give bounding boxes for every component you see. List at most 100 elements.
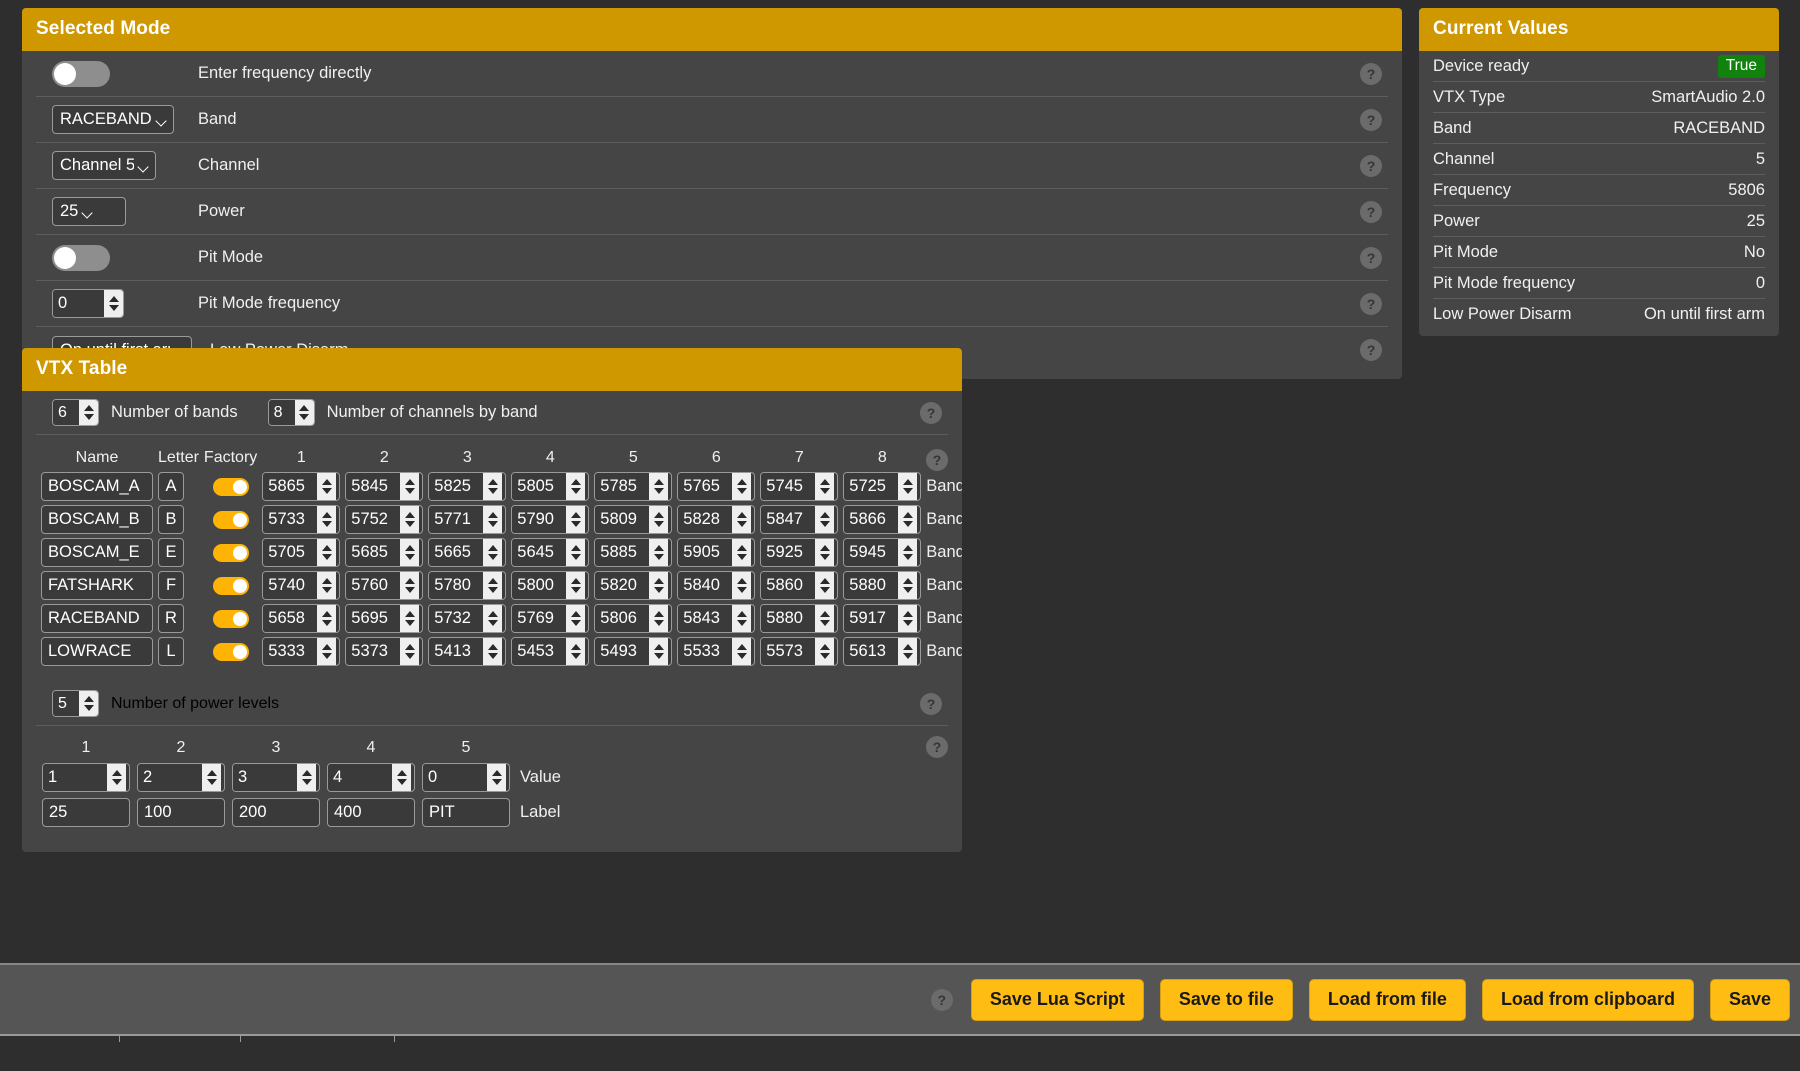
chevron-up-icon[interactable] <box>820 512 830 518</box>
spinner-arrows[interactable] <box>815 506 834 533</box>
frequency-spinner[interactable] <box>428 637 506 666</box>
frequency-spinner[interactable] <box>843 604 921 633</box>
spinner-arrows[interactable] <box>317 605 336 632</box>
chevron-down-icon[interactable] <box>405 620 415 626</box>
chevron-up-icon[interactable] <box>820 611 830 617</box>
frequency-spinner[interactable] <box>594 505 672 534</box>
frequency-input[interactable] <box>678 473 732 500</box>
help-icon[interactable]: ? <box>920 693 942 715</box>
factory-toggle[interactable] <box>213 544 249 562</box>
number-of-power-levels-spinner[interactable] <box>52 690 99 717</box>
chevron-up-icon[interactable] <box>405 644 415 650</box>
spinner-arrows[interactable] <box>202 764 221 791</box>
spinner-arrows[interactable] <box>483 638 502 665</box>
chevron-down-icon[interactable] <box>109 305 119 311</box>
chevron-down-icon[interactable] <box>571 488 581 494</box>
frequency-input[interactable] <box>263 605 317 632</box>
frequency-input[interactable] <box>844 473 898 500</box>
chevron-up-icon[interactable] <box>820 644 830 650</box>
frequency-spinner[interactable] <box>511 604 589 633</box>
frequency-input[interactable] <box>761 539 815 566</box>
chevron-down-icon[interactable] <box>820 521 830 527</box>
frequency-spinner[interactable] <box>843 472 921 501</box>
spinner-arrows[interactable] <box>649 506 668 533</box>
chevron-up-icon[interactable] <box>322 479 332 485</box>
chevron-up-icon[interactable] <box>488 479 498 485</box>
spinner-arrows[interactable] <box>732 506 751 533</box>
factory-toggle[interactable] <box>213 511 249 529</box>
frequency-input[interactable] <box>595 506 649 533</box>
chevron-up-icon[interactable] <box>654 578 664 584</box>
chevron-up-icon[interactable] <box>737 611 747 617</box>
chevron-up-icon[interactable] <box>84 696 94 702</box>
chevron-up-icon[interactable] <box>322 545 332 551</box>
chevron-down-icon[interactable] <box>903 620 913 626</box>
band-letter-input[interactable] <box>158 571 184 600</box>
frequency-spinner[interactable] <box>345 505 423 534</box>
chevron-down-icon[interactable] <box>322 587 332 593</box>
chevron-up-icon[interactable] <box>405 578 415 584</box>
pit-mode-toggle[interactable] <box>52 245 110 271</box>
frequency-spinner[interactable] <box>428 505 506 534</box>
spinner-arrows[interactable] <box>400 539 419 566</box>
spinner-arrows[interactable] <box>79 691 98 716</box>
chevron-up-icon[interactable] <box>903 644 913 650</box>
frequency-spinner[interactable] <box>345 571 423 600</box>
chevron-down-icon[interactable] <box>488 620 498 626</box>
spinner-arrows[interactable] <box>400 506 419 533</box>
help-icon[interactable]: ? <box>920 402 942 424</box>
spinner-arrows[interactable] <box>107 764 126 791</box>
spinner-arrows[interactable] <box>79 400 98 425</box>
chevron-up-icon[interactable] <box>322 512 332 518</box>
spinner-arrows[interactable] <box>104 290 123 317</box>
frequency-input[interactable] <box>844 638 898 665</box>
frequency-input[interactable] <box>595 605 649 632</box>
spinner-arrows[interactable] <box>649 572 668 599</box>
frequency-input[interactable] <box>429 605 483 632</box>
frequency-input[interactable] <box>263 539 317 566</box>
spinner-arrows[interactable] <box>317 506 336 533</box>
frequency-spinner[interactable] <box>677 637 755 666</box>
chevron-up-icon[interactable] <box>903 512 913 518</box>
frequency-spinner[interactable] <box>760 505 838 534</box>
spinner-arrows[interactable] <box>483 605 502 632</box>
chevron-down-icon[interactable] <box>488 488 498 494</box>
chevron-down-icon[interactable] <box>820 587 830 593</box>
chevron-up-icon[interactable] <box>109 296 119 302</box>
chevron-down-icon[interactable] <box>488 554 498 560</box>
frequency-input[interactable] <box>761 473 815 500</box>
frequency-spinner[interactable] <box>594 538 672 567</box>
spinner-arrows[interactable] <box>649 605 668 632</box>
chevron-up-icon[interactable] <box>571 644 581 650</box>
frequency-input[interactable] <box>263 638 317 665</box>
frequency-input[interactable] <box>512 539 566 566</box>
chevron-up-icon[interactable] <box>903 611 913 617</box>
chevron-down-icon[interactable] <box>322 488 332 494</box>
chevron-up-icon[interactable] <box>571 512 581 518</box>
spinner-arrows[interactable] <box>317 473 336 500</box>
spinner-arrows[interactable] <box>732 605 751 632</box>
power-label-input[interactable] <box>232 798 320 827</box>
chevron-up-icon[interactable] <box>492 770 502 776</box>
chevron-down-icon[interactable] <box>654 620 664 626</box>
chevron-down-icon[interactable] <box>737 488 747 494</box>
help-icon[interactable]: ? <box>931 989 953 1011</box>
frequency-input[interactable] <box>512 572 566 599</box>
spinner-arrows[interactable] <box>483 473 502 500</box>
spinner-arrows[interactable] <box>898 506 917 533</box>
frequency-spinner[interactable] <box>760 472 838 501</box>
enter-frequency-directly-toggle[interactable] <box>52 61 110 87</box>
frequency-input[interactable] <box>512 473 566 500</box>
chevron-down-icon[interactable] <box>820 620 830 626</box>
spinner-arrows[interactable] <box>483 506 502 533</box>
chevron-up-icon[interactable] <box>397 770 407 776</box>
frequency-input[interactable] <box>346 605 400 632</box>
frequency-spinner[interactable] <box>677 604 755 633</box>
spinner-arrows[interactable] <box>815 605 834 632</box>
frequency-input[interactable] <box>263 473 317 500</box>
chevron-down-icon[interactable] <box>488 653 498 659</box>
spinner-arrows[interactable] <box>815 572 834 599</box>
chevron-up-icon[interactable] <box>322 611 332 617</box>
load-from-file-button[interactable]: Load from file <box>1309 979 1466 1021</box>
spinner-arrows[interactable] <box>317 638 336 665</box>
